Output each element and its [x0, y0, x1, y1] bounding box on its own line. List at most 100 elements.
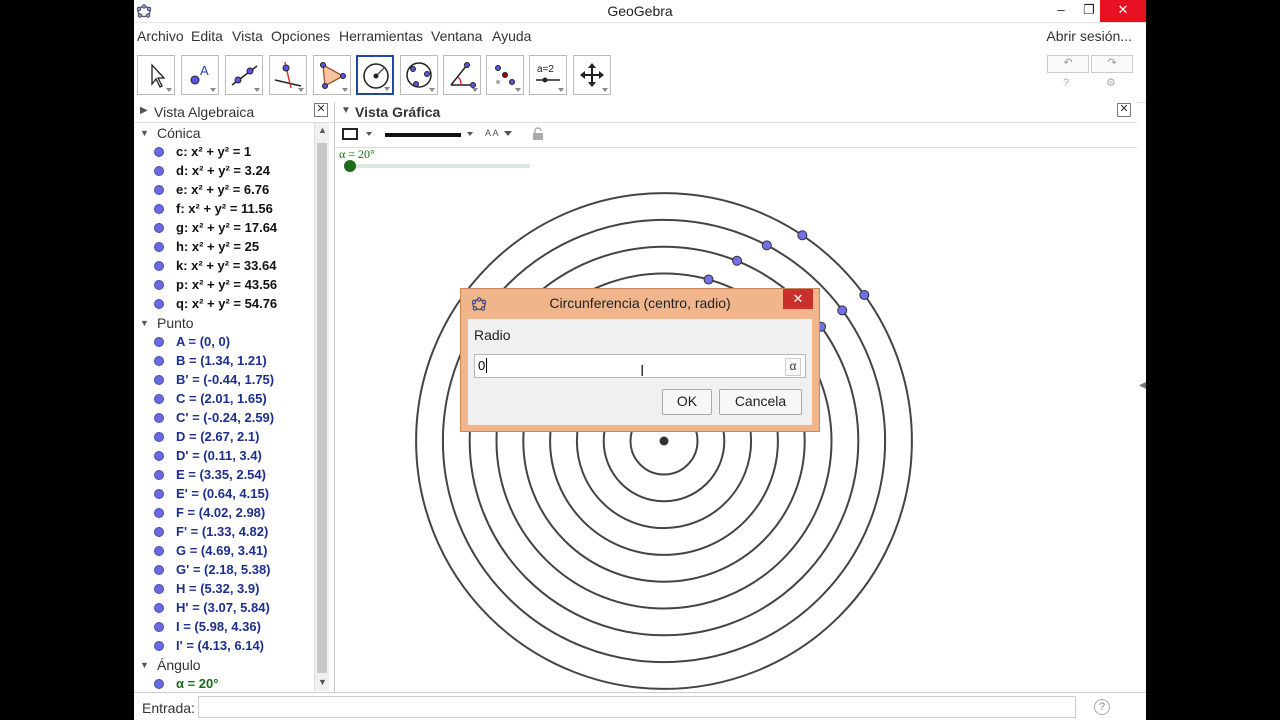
- visibility-toggle-icon[interactable]: [154, 451, 164, 461]
- menu-vista[interactable]: Vista: [232, 28, 263, 44]
- minimize-button[interactable]: –: [1046, 0, 1076, 22]
- visibility-toggle-icon[interactable]: [154, 356, 164, 366]
- visibility-toggle-icon[interactable]: [154, 261, 164, 271]
- close-graphics-view-button[interactable]: ✕: [1117, 103, 1131, 117]
- algebra-item-text: G = (4.69, 3.41): [176, 543, 268, 558]
- close-algebra-view-button[interactable]: ✕: [314, 103, 328, 117]
- visibility-toggle-icon[interactable]: [154, 565, 164, 575]
- category-expand-icon[interactable]: ▼: [140, 660, 149, 670]
- algebra-item-text: E' = (0.64, 4.15): [176, 486, 270, 501]
- settings-icon[interactable]: ⚙: [1106, 76, 1116, 89]
- algebra-scrollbar[interactable]: ▲ ▼: [314, 123, 329, 691]
- algebra-item-text: α = 20°: [176, 676, 219, 691]
- dialog-close-button[interactable]: ✕: [783, 289, 813, 309]
- title-bar: GeoGebra – ❐ ✕: [134, 0, 1146, 23]
- graphics-menu-arrow-icon[interactable]: ▼: [341, 105, 351, 116]
- scroll-down-icon[interactable]: ▼: [318, 677, 327, 687]
- category-expand-icon[interactable]: ▼: [140, 318, 149, 328]
- point[interactable]: [859, 289, 870, 300]
- slider-knob[interactable]: [344, 160, 356, 172]
- point[interactable]: [659, 436, 669, 446]
- menu-herramientas[interactable]: Herramientas: [339, 28, 423, 44]
- scroll-up-icon[interactable]: ▲: [318, 125, 327, 135]
- close-window-button[interactable]: ✕: [1100, 0, 1146, 22]
- point[interactable]: [761, 240, 772, 251]
- collapse-arrow-icon[interactable]: ▶: [140, 105, 148, 116]
- input-help-icon[interactable]: ?: [1094, 699, 1110, 715]
- panel-drag-handle-icon[interactable]: ◀: [1139, 380, 1146, 391]
- algebra-view-panel: ▶ Vista Algebraica ✕ ▼ Cónica c: x² + y² =…: [134, 102, 335, 692]
- visibility-toggle-icon[interactable]: [154, 679, 164, 689]
- visibility-toggle-icon[interactable]: [154, 622, 164, 632]
- menu-archivo[interactable]: Archivo: [137, 28, 184, 44]
- font-size-icon[interactable]: A A: [485, 128, 499, 138]
- point[interactable]: [732, 255, 743, 266]
- line-tool-button[interactable]: [225, 55, 263, 95]
- visibility-toggle-icon[interactable]: [154, 432, 164, 442]
- visibility-toggle-icon[interactable]: [154, 641, 164, 651]
- symbol-alpha-button[interactable]: α: [785, 358, 801, 376]
- point[interactable]: [703, 274, 714, 285]
- visibility-toggle-icon[interactable]: [154, 166, 164, 176]
- visibility-toggle-icon[interactable]: [154, 204, 164, 214]
- visibility-toggle-icon[interactable]: [154, 299, 164, 309]
- visibility-toggle-icon[interactable]: [154, 470, 164, 480]
- algebra-item-text: p: x² + y² = 43.56: [176, 277, 278, 292]
- category-expand-icon[interactable]: ▼: [140, 128, 149, 138]
- slider-tool-button[interactable]: a=2: [529, 55, 567, 95]
- cancel-button[interactable]: Cancela: [719, 389, 802, 415]
- visibility-toggle-icon[interactable]: [154, 223, 164, 233]
- visibility-toggle-icon[interactable]: [154, 280, 164, 290]
- algebra-item-text: B = (1.34, 1.21): [176, 353, 267, 368]
- visibility-toggle-icon[interactable]: [154, 546, 164, 556]
- move-tool-button[interactable]: [137, 55, 175, 95]
- polygon-icon: [320, 62, 346, 89]
- polygon-tool-button[interactable]: [313, 55, 351, 95]
- category-label: Cónica: [157, 125, 201, 141]
- menu-ventana[interactable]: Ventana: [431, 28, 482, 44]
- perpendicular-tool-button[interactable]: [269, 55, 307, 95]
- redo-button[interactable]: ↷: [1091, 55, 1133, 73]
- help-icon[interactable]: ?: [1063, 77, 1069, 89]
- menu-ayuda[interactable]: Ayuda: [492, 28, 531, 44]
- point[interactable]: [837, 305, 848, 316]
- line-style-icon[interactable]: [383, 127, 479, 143]
- visibility-toggle-icon[interactable]: [154, 489, 164, 499]
- font-size-dropdown-icon[interactable]: [503, 130, 513, 138]
- input-field[interactable]: [198, 696, 1076, 718]
- circle-center-radius-tool-button[interactable]: [356, 55, 394, 95]
- move-view-tool-button[interactable]: [573, 55, 611, 95]
- visibility-toggle-icon[interactable]: [154, 584, 164, 594]
- visibility-toggle-icon[interactable]: [154, 413, 164, 423]
- menu-edita[interactable]: Edita: [191, 28, 223, 44]
- lock-icon[interactable]: [531, 127, 545, 141]
- algebra-item-text: I = (5.98, 4.36): [176, 619, 261, 634]
- visibility-toggle-icon[interactable]: [154, 337, 164, 347]
- algebra-item-text: g: x² + y² = 17.64: [176, 220, 278, 235]
- menu-opciones[interactable]: Opciones: [271, 28, 330, 44]
- visibility-toggle-icon[interactable]: [154, 242, 164, 252]
- visibility-toggle-icon[interactable]: [154, 375, 164, 385]
- ok-button[interactable]: OK: [662, 389, 712, 415]
- point-tool-button[interactable]: A: [181, 55, 219, 95]
- visibility-toggle-icon[interactable]: [154, 185, 164, 195]
- visibility-toggle-icon[interactable]: [154, 508, 164, 518]
- angle-tool-button[interactable]: [443, 55, 481, 95]
- algebra-item-text: C = (2.01, 1.65): [176, 391, 267, 406]
- color-picker-icon[interactable]: [341, 127, 377, 143]
- visibility-toggle-icon[interactable]: [154, 527, 164, 537]
- undo-button[interactable]: ↶: [1047, 55, 1089, 73]
- radius-value: 0: [478, 358, 486, 373]
- scrollbar-thumb[interactable]: [317, 143, 327, 673]
- visibility-toggle-icon[interactable]: [154, 394, 164, 404]
- reflect-tool-button[interactable]: [486, 55, 524, 95]
- circle-three-points-tool-button[interactable]: [400, 55, 438, 95]
- circle-points-icon: [406, 62, 432, 88]
- visibility-toggle-icon[interactable]: [154, 147, 164, 157]
- menu-bar: Archivo Edita Vista Opciones Herramienta…: [134, 23, 1146, 49]
- toolbar: A a=2 ↶ ↷ ? ⚙: [134, 50, 1146, 103]
- point[interactable]: [797, 230, 808, 241]
- algebra-item-text: d: x² + y² = 3.24: [176, 163, 270, 178]
- login-link[interactable]: Abrir sesión...: [1046, 28, 1132, 44]
- visibility-toggle-icon[interactable]: [154, 603, 164, 613]
